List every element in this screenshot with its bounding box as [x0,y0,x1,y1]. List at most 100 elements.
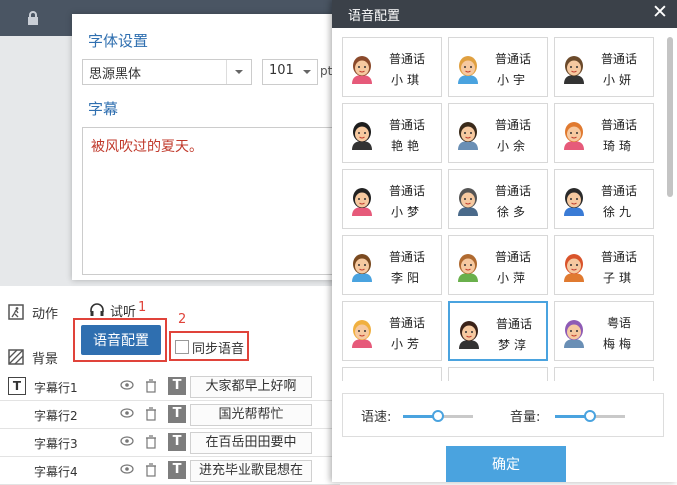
track-row[interactable]: T 字幕行1 T 大家都早上好啊 [0,374,340,401]
side-nav-background[interactable]: 背景 [0,342,70,372]
trash-icon[interactable] [145,379,157,393]
side-nav-action[interactable]: 动作 [0,297,70,327]
trash-icon[interactable] [145,407,157,421]
voice-card[interactable]: 普通话 小琪 [342,37,442,97]
track-row[interactable]: 字幕行3 T 在百岳田田要中 [0,430,340,457]
voice-language: 普通话 [388,250,425,264]
voice-language: 普通话 [388,316,425,330]
eye-icon[interactable] [120,436,134,446]
action-icon [8,304,24,320]
girl-red-hair-avatar [564,254,584,282]
lock-icon[interactable] [25,10,41,26]
side-nav-background-label: 背景 [32,351,59,367]
voice-card[interactable]: 粤语 梅梅 [554,301,654,361]
boy-glasses-avatar [352,254,372,282]
track-clip[interactable]: 大家都早上好啊 [190,376,312,398]
eye-icon[interactable] [120,464,134,474]
annotation-marker-1: 1 [138,300,147,315]
voice-name: 小芳 [390,337,423,351]
voice-name: 徐九 [602,205,635,219]
track-label: 字幕行3 [34,437,78,451]
sync-voice-label[interactable]: 同步语音 [192,338,244,357]
woman-headset-avatar [352,122,372,150]
woman-long-hair-avatar [459,321,479,349]
voice-language: 普通话 [600,184,637,198]
speed-slider-handle[interactable] [432,410,444,422]
track-clip[interactable]: 国光帮帮忙 [190,404,312,426]
voice-card[interactable]: 普通话 小余 [448,103,548,163]
subtitle-textarea[interactable]: 被风吹过的夏天。 [82,127,342,275]
voice-card[interactable]: 普通话 徐九 [554,169,654,229]
girl-orange-hair-avatar [564,122,584,150]
voice-card[interactable] [448,367,548,381]
voice-card[interactable]: 普通话 徐多 [448,169,548,229]
trash-icon[interactable] [145,435,157,449]
trash-icon[interactable] [145,463,157,477]
voice-name: 小琪 [390,73,423,87]
font-settings-title: 字体设置 [88,32,149,50]
track-clip[interactable]: 在百岳田田要中 [190,432,312,454]
headphone-icon[interactable] [89,302,105,318]
voice-name: 徐多 [496,205,529,219]
track-row[interactable]: 字幕行4 T 进充毕业歌昆想在 [0,458,340,485]
voice-language: 普通话 [494,250,531,264]
eye-icon[interactable] [120,408,134,418]
text-track-icon: T [8,377,26,395]
voice-name: 梅梅 [602,337,635,351]
voice-card[interactable]: 普通话 琦琦 [554,103,654,163]
voice-card[interactable]: 普通话 李阳 [342,235,442,295]
font-size-unit: pt [320,64,333,78]
confirm-button[interactable]: 确定 [446,446,566,482]
girl-glasses-avatar [458,254,478,282]
voice-grid: 普通话 小琪 普通话 小宇 普通话 小妍 普通话 艳艳 普通话 小余 普通话 琦琦 普通话 小梦 普通话 徐多… [342,37,662,381]
eye-icon[interactable] [120,380,134,390]
track-row[interactable]: 字幕行2 T 国光帮帮忙 [0,402,340,429]
subtitle-text: 被风吹过的夏天。 [91,139,203,155]
man-glasses-suit-avatar [564,56,584,84]
speed-volume-panel: 语速: 音量: [342,393,664,437]
voice-language: 普通话 [600,52,637,66]
chevron-down-icon [303,70,311,74]
boy-cap-avatar [564,188,584,216]
track-clip[interactable]: 进充毕业歌昆想在 [190,460,312,482]
voice-config-dialog: 语音配置 ✕ 普通话 小琪 普通话 小宇 普通话 小妍 普通话 艳艳 普通话 小余 普通话 琦琦 普通话… [332,0,677,482]
text-clip-icon: T [168,433,186,451]
subtitle-section-title: 字幕 [88,100,119,118]
voice-language: 普通话 [600,118,637,132]
volume-slider-handle[interactable] [584,410,596,422]
sync-voice-checkbox[interactable] [175,340,189,354]
voice-card[interactable]: 普通话 艳艳 [342,103,442,163]
voice-name: 梦淳 [497,338,530,352]
text-clip-icon: T [168,461,186,479]
voice-card[interactable] [342,367,442,381]
close-icon[interactable]: ✕ [652,1,668,23]
voice-card[interactable]: 普通话 小萍 [448,235,548,295]
voice-card[interactable]: 普通话 小妍 [554,37,654,97]
voice-card[interactable]: 普通话 小宇 [448,37,548,97]
man-mustache-avatar [458,188,478,216]
track-label: 字幕行2 [34,409,78,423]
voice-card[interactable]: 普通话 子琪 [554,235,654,295]
scrollbar[interactable] [667,37,673,197]
voice-card[interactable]: 普通话 梦淳 [448,301,548,361]
speed-label: 语速: [361,410,392,425]
voice-language: 普通话 [494,184,531,198]
font-family-select[interactable]: 思源黑体 [82,59,252,85]
voice-name: 小宇 [496,73,529,87]
font-family-value: 思源黑体 [89,67,142,82]
voice-card[interactable]: 普通话 小芳 [342,301,442,361]
voice-language: 普通话 [494,52,531,66]
girl-blonde-avatar [352,320,372,348]
girl-black-hair-avatar [352,188,372,216]
voice-language: 普通话 [494,118,531,132]
annotation-marker-2: 2 [178,312,187,327]
man-tie-avatar [458,122,478,150]
font-size-select[interactable]: 101 [262,59,318,85]
text-clip-icon: T [168,405,186,423]
voice-name: 小梦 [390,205,423,219]
voice-config-button[interactable]: 语音配置 [81,325,161,355]
voice-card[interactable] [554,367,654,381]
voice-name: 小妍 [602,73,635,87]
boy-blond-avatar [458,56,478,84]
voice-card[interactable]: 普通话 小梦 [342,169,442,229]
